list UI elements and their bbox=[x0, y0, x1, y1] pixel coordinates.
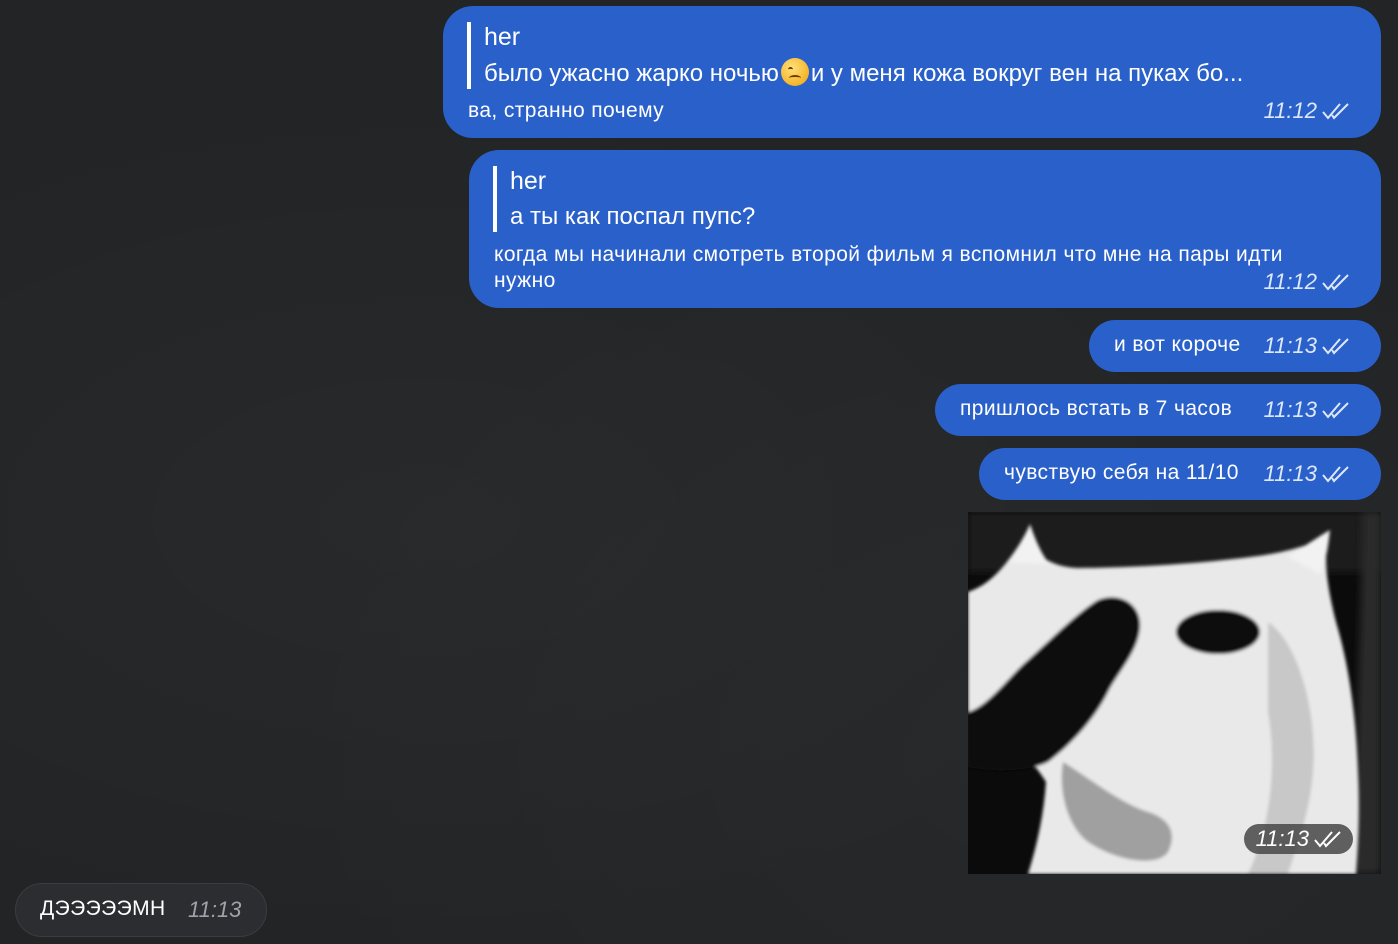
double-check-icon bbox=[1314, 831, 1341, 848]
woozy-face-emoji-icon bbox=[780, 58, 809, 86]
message-text: ДЭЭЭЭЭМН bbox=[40, 897, 166, 920]
photo-message[interactable]: 11:13 bbox=[968, 512, 1381, 874]
chat-area[interactable]: her было ужасно жарко ночью и у меня кожа… bbox=[0, 0, 1398, 944]
message-text: ва, странно почему bbox=[468, 99, 665, 122]
reply-quote[interactable]: her было ужасно жарко ночью и у меня кожа… bbox=[467, 22, 1364, 89]
message-meta: 11:13 bbox=[1264, 461, 1351, 487]
incoming-message[interactable]: ДЭЭЭЭЭМН 11:13 bbox=[15, 883, 267, 937]
message-time: 11:13 bbox=[1255, 826, 1309, 851]
message-time: 11:13 bbox=[1263, 397, 1317, 422]
reply-text: а ты как поспал пупс? bbox=[510, 203, 756, 230]
double-check-icon bbox=[1322, 103, 1349, 120]
outgoing-message-reply-1[interactable]: her было ужасно жарко ночью и у меня кожа… bbox=[443, 6, 1381, 138]
double-check-icon bbox=[1322, 338, 1349, 355]
double-check-icon bbox=[1322, 466, 1349, 483]
message-meta: 11:13 bbox=[1264, 397, 1351, 423]
double-check-icon bbox=[1322, 274, 1349, 291]
message-time: 11:13 bbox=[188, 897, 242, 922]
message-meta: 11:12 bbox=[1264, 98, 1351, 124]
message-meta: 11:12 bbox=[1264, 269, 1351, 295]
message-meta: 11:13 bbox=[1264, 333, 1351, 359]
reply-author: her bbox=[484, 23, 521, 51]
message-text-line-2: нужно bbox=[494, 269, 556, 292]
message-text: и вот короче bbox=[1114, 333, 1241, 356]
outgoing-message-5[interactable]: чувствую себя на 11/10 11:13 bbox=[979, 448, 1381, 500]
cat-meme-photo bbox=[968, 512, 1381, 874]
outgoing-message-reply-2[interactable]: her а ты как поспал пупс? когда мы начин… bbox=[469, 150, 1381, 308]
outgoing-message-4[interactable]: пришлось встать в 7 часов 11:13 bbox=[935, 384, 1381, 436]
outgoing-message-3[interactable]: и вот короче 11:13 bbox=[1089, 320, 1381, 372]
photo-meta: 11:13 bbox=[1243, 824, 1353, 854]
message-meta: 11:13 bbox=[188, 897, 241, 923]
reply-text: было ужасно жарко ночью и у меня кожа вок… bbox=[484, 58, 1364, 89]
message-time: 11:12 bbox=[1263, 98, 1317, 123]
double-check-icon bbox=[1322, 402, 1349, 419]
message-time: 11:13 bbox=[1263, 333, 1317, 358]
message-text: пришлось встать в 7 часов bbox=[960, 397, 1233, 420]
message-time: 11:12 bbox=[1263, 269, 1317, 294]
message-text-line-1: когда мы начинали смотреть второй фильм … bbox=[494, 243, 1283, 266]
reply-quote[interactable]: her а ты как поспал пупс? bbox=[493, 166, 1360, 232]
reply-author: her bbox=[510, 167, 547, 195]
reply-text-part-2: и у меня кожа вокруг вен на пуках бо... bbox=[810, 60, 1244, 87]
reply-text-part-1: было ужасно жарко ночью bbox=[484, 60, 779, 87]
message-text: чувствую себя на 11/10 bbox=[1004, 461, 1239, 484]
message-time: 11:13 bbox=[1263, 461, 1317, 486]
